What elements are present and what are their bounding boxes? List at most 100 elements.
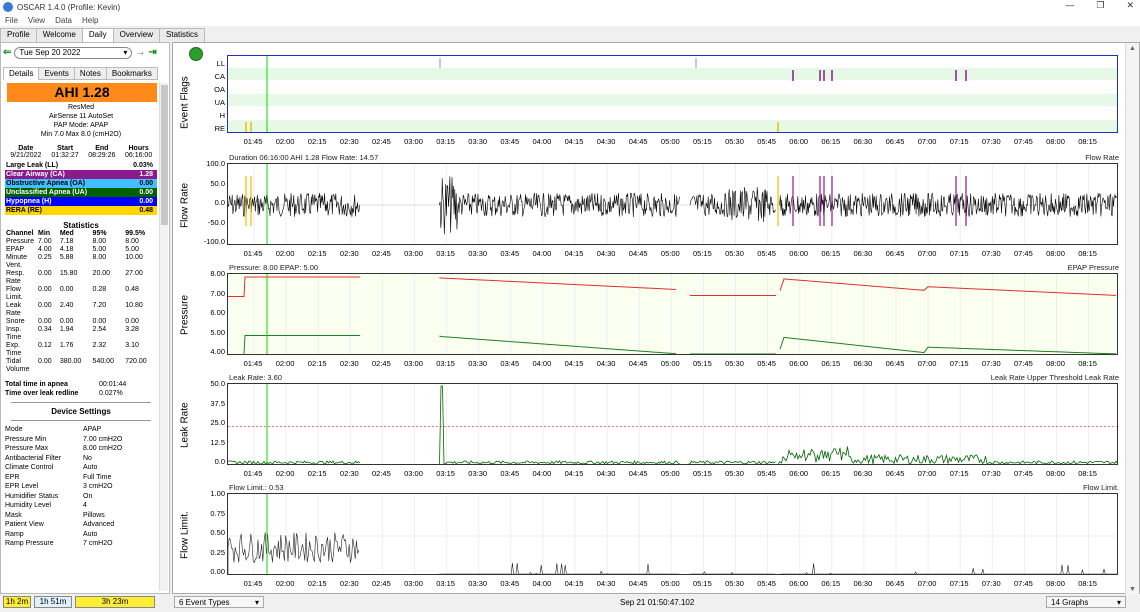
- scroll-down-icon[interactable]: ▼: [1129, 586, 1136, 593]
- time-button-2[interactable]: 1h 51m: [34, 596, 72, 608]
- date-value: Tue Sep 20 2022: [19, 48, 81, 57]
- sidebar-scrollbar[interactable]: [159, 83, 168, 591]
- graphs-dropdown[interactable]: 14 Graphs ▾: [1046, 596, 1126, 608]
- x-tick-label: 05:30: [725, 579, 744, 588]
- tab-events[interactable]: Events: [38, 67, 75, 80]
- minimize-button[interactable]: —: [1065, 0, 1074, 11]
- menu-file[interactable]: File: [5, 16, 18, 25]
- stat-cell: 1.94: [59, 326, 74, 333]
- event-flags-plot[interactable]: [227, 55, 1118, 133]
- date-picker[interactable]: Tue Sep 20 2022 ▾: [14, 46, 133, 59]
- tab-overview[interactable]: Overview: [112, 28, 161, 42]
- sleep-time-buttons: 1h 2m 1h 51m 3h 23m: [0, 594, 170, 610]
- setting-value: 8.00 cmH2O: [83, 445, 123, 452]
- x-tick-label: 07:00: [917, 469, 937, 478]
- stat-cell: 15.80: [59, 270, 78, 277]
- setting-key: Climate Control: [5, 464, 54, 471]
- event-flags-chart: [228, 56, 1117, 132]
- tab-welcome[interactable]: Welcome: [35, 28, 83, 42]
- flow-limit-plot[interactable]: [227, 493, 1118, 575]
- close-button[interactable]: ✕: [1126, 0, 1134, 11]
- setting-row: EPR Full Time: [5, 473, 157, 483]
- pressure-line: [228, 276, 1117, 297]
- y-tick-label: 0.0: [214, 198, 225, 207]
- x-tick-label: 08:00: [1046, 137, 1065, 146]
- tab-details[interactable]: Details: [3, 67, 40, 80]
- next-day-button[interactable]: →: [135, 47, 145, 58]
- setting-row: Ramp Auto: [5, 530, 157, 540]
- event-index-table: Large Leak (LL) 0.03% Clear Airway (CA) 1.…: [5, 161, 157, 215]
- event-row-oa[interactable]: Obstructive Apnea (OA) 0.00: [5, 179, 157, 188]
- tab-bookmarks[interactable]: Bookmarks: [105, 67, 158, 80]
- event-row-label: RE: [214, 124, 225, 133]
- event-row-ua[interactable]: Unclassified Apnea (UA) 0.00: [5, 188, 157, 197]
- tab-profile[interactable]: Profile: [0, 28, 37, 42]
- tab-statistics[interactable]: Statistics: [159, 28, 206, 42]
- x-tick-label: 06:45: [885, 469, 905, 478]
- stat-cell: 0.34: [38, 326, 52, 333]
- time-button-3[interactable]: 3h 23m: [75, 596, 155, 608]
- latest-day-button[interactable]: ⇥: [148, 47, 156, 58]
- event-row-ca[interactable]: Clear Airway (CA) 1.28: [5, 170, 157, 179]
- session-table: Date Start End Hours 9/21/2022 01:32:27 …: [5, 145, 157, 160]
- device-settings-list: Mode APAP Pressure Min 7.00 cmH2O Pressure M…: [5, 425, 157, 549]
- graph-scrollbar[interactable]: ▲ ▼: [1125, 43, 1139, 595]
- tab-notes[interactable]: Notes: [73, 67, 107, 80]
- x-tick-label: 03:30: [468, 359, 488, 368]
- flow-rate-plot[interactable]: [227, 163, 1118, 245]
- leak-rate-line: [228, 385, 1117, 464]
- x-tick-label: 06:45: [885, 579, 905, 588]
- event-row-ll[interactable]: Large Leak (LL) 0.03%: [5, 161, 157, 170]
- stat-row: Exp. Time 0.12 1.76 2.32 3.10: [5, 342, 157, 358]
- x-tick-label: 07:45: [1014, 137, 1033, 146]
- x-tick-label: 02:30: [339, 137, 359, 146]
- leak-rate-plot[interactable]: [227, 383, 1118, 465]
- event-types-dropdown[interactable]: 6 Event Types ▾: [174, 596, 264, 608]
- x-tick-label: 08:00: [1046, 469, 1065, 478]
- pressure-plot[interactable]: [227, 273, 1118, 355]
- setting-value: On: [83, 492, 93, 500]
- leak-rate-info: Leak Rate: 3.60: [229, 373, 282, 382]
- x-tick-label: 07:00: [917, 359, 937, 368]
- stat-cell: Exp. Time: [6, 342, 22, 357]
- setting-value: 7 cmH2O: [83, 540, 113, 547]
- x-tick-label: 02:15: [307, 579, 327, 588]
- tab-daily[interactable]: Daily: [81, 28, 114, 42]
- stat-cell: Minute Vent.: [6, 254, 28, 269]
- stat-row: Insp. Time 0.34 1.94 2.54 3.28: [5, 326, 157, 342]
- setting-key: Antibacterial Filter: [5, 454, 62, 462]
- setting-value: Advanced: [83, 521, 115, 528]
- event-band: [228, 68, 1117, 80]
- x-axis: 01:45 02:00 02:15 02:30 02:45 03:00 03:15 03:30…: [227, 137, 1118, 147]
- x-tick-label: 05:45: [757, 469, 776, 478]
- main-tabs: Profile Welcome Daily Overview Statistic…: [0, 28, 206, 42]
- x-tick-label: 06:45: [885, 359, 905, 368]
- setting-row: Climate Control Auto: [5, 463, 157, 473]
- x-tick-label: 01:45: [243, 359, 263, 368]
- menu-view[interactable]: View: [28, 16, 45, 25]
- menu-help[interactable]: Help: [82, 16, 98, 25]
- stat-cell: 20.00: [92, 270, 111, 277]
- flow-limit-pane: Flow Limit.: 0.53 Flow Limit. Flow Limit…: [173, 481, 1140, 593]
- time-button-1[interactable]: 1h 2m: [3, 596, 31, 608]
- setting-value: Auto: [83, 530, 98, 538]
- y-tick-label: 0.50: [210, 528, 225, 537]
- scrollbar-thumb[interactable]: [161, 85, 168, 225]
- stat-cell: 8.00: [125, 238, 139, 245]
- stat-header: Med: [59, 230, 74, 237]
- event-label: RERA (RE): [6, 207, 42, 214]
- scroll-up-icon[interactable]: ▲: [1129, 45, 1136, 52]
- x-tick-label: 06:00: [789, 137, 809, 146]
- prev-day-button[interactable]: ⇐: [3, 47, 11, 58]
- maximize-button[interactable]: ❐: [1096, 0, 1104, 11]
- x-axis: 01:45 02:00 02:15 02:30 02:45 03:00 03:15 03:30…: [227, 249, 1118, 259]
- event-row-re[interactable]: RERA (RE) 0.48: [5, 206, 157, 215]
- menu-data[interactable]: Data: [55, 16, 72, 25]
- setting-row: Mask Pillows: [5, 511, 157, 521]
- x-tick-label: 06:30: [853, 359, 873, 368]
- setting-key: Pressure Min: [5, 435, 47, 443]
- stat-cell: Leak Rate: [6, 302, 22, 317]
- graph-area: Event Flags LL CA OA UA H RE 01:45 02:00 0…: [172, 42, 1140, 595]
- event-row-h[interactable]: Hypopnea (H) 0.00: [5, 197, 157, 206]
- x-tick-label: 03:45: [500, 469, 520, 478]
